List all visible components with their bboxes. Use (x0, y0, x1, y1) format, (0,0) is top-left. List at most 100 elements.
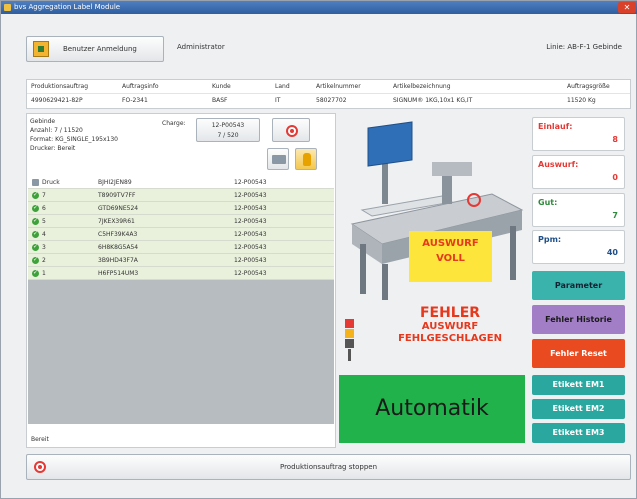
list-cell: 2 (42, 257, 46, 264)
current-user: Administrator (177, 43, 225, 51)
counter-ppm: Ppm: 40 (532, 230, 625, 264)
etikett-em1-button[interactable]: Etikett EM1 (532, 375, 625, 395)
list-cell: 1 (42, 270, 46, 277)
order-table: Produktionsauftrag Auftragsinfo Kunde La… (26, 79, 631, 109)
title-bar: bvs Aggregation Label Module ✕ (1, 1, 637, 14)
fehler-reset-button[interactable]: Fehler Reset (532, 339, 625, 368)
warning-line-1: AUSWURF (422, 238, 479, 249)
list-item[interactable]: 1 H6FP514UM3 12-P00543 (28, 266, 334, 280)
anzahl-text: Anzahl: 7 / 11520 (30, 127, 83, 134)
list-cell: 6 (42, 205, 46, 212)
col-header: Artikelnummer (316, 83, 361, 90)
cell: SIGNUM® 1KG,10x1 KG,IT (393, 97, 473, 104)
check-icon (32, 201, 39, 214)
stop-order-button[interactable]: Produktionsauftrag stoppen (26, 454, 631, 480)
label-list[interactable]: Druck BJHI2JEN89 12-P00543 7 T8909TV7FF … (28, 176, 334, 424)
top-bar: Benutzer Anmeldung Administrator Linie: … (13, 28, 630, 68)
list-cell: H6FP514UM3 (98, 270, 139, 277)
error-line-3: FEHLGESCHLAGEN (398, 333, 502, 344)
list-item[interactable]: 5 7JKEX39R61 12-P00543 (28, 214, 334, 228)
counter-value: 8 (612, 135, 618, 144)
check-icon (32, 227, 39, 240)
format-text: Format: KG_SINGLE_195x130 (30, 136, 118, 143)
counter-label: Auswurf: (538, 160, 579, 169)
list-cell: 12-P00543 (234, 179, 267, 186)
parameter-button[interactable]: Parameter (532, 271, 625, 300)
list-cell: GTD69NE524 (98, 205, 139, 212)
etikett-em2-button[interactable]: Etikett EM2 (532, 399, 625, 419)
fehler-historie-button[interactable]: Fehler Historie (532, 305, 625, 334)
gebinde-title: Gebinde (30, 118, 56, 125)
cell: 58027702 (316, 97, 347, 104)
counter-value: 7 (612, 211, 618, 220)
lamp-pole (348, 349, 351, 361)
etikett-em3-button[interactable]: Etikett EM3 (532, 423, 625, 443)
list-cell: 5 (42, 218, 46, 225)
list-cell: 4 (42, 231, 46, 238)
window-title: bvs Aggregation Label Module (14, 3, 121, 11)
charge-number: 12-P00543 (211, 122, 245, 129)
counter-value: 40 (606, 248, 618, 257)
error-line-2: AUSWURF (421, 321, 479, 332)
drucker-text: Drucker: Bereit (30, 145, 76, 152)
cell: 11520 Kg (567, 97, 596, 104)
counter-einlauf: Einlauf: 8 (532, 117, 625, 151)
bottom-bar: Produktionsauftrag stoppen (26, 454, 631, 480)
order-table-row[interactable]: 4990629421-82P FO-2341 BASF IT 58027702 … (27, 94, 630, 108)
signal-lamp-icon (345, 319, 354, 361)
list-item[interactable]: 4 C5HF39K4A3 12-P00543 (28, 227, 334, 241)
login-button-label: Benutzer Anmeldung (63, 45, 137, 53)
counter-label: Einlauf: (538, 122, 573, 131)
check-icon (32, 188, 39, 201)
error-line-1: FEHLER (419, 305, 481, 321)
close-button[interactable]: ✕ (618, 2, 636, 13)
list-header-row[interactable]: Druck BJHI2JEN89 12-P00543 (28, 176, 334, 189)
list-cell: T8909TV7FF (98, 192, 136, 199)
mode-indicator[interactable]: Automatik (339, 375, 525, 443)
stop-icon (34, 461, 46, 473)
list-cell: 3B9HD43F7A (98, 257, 138, 264)
order-table-header: Produktionsauftrag Auftragsinfo Kunde La… (27, 80, 630, 94)
list-cell: C5HF39K4A3 (98, 231, 138, 238)
list-cell: 12-P00543 (234, 244, 267, 251)
counter-auswurf: Auswurf: 0 (532, 155, 625, 189)
list-cell: 12-P00543 (234, 257, 267, 264)
hand-button[interactable] (295, 148, 317, 170)
list-cell: 6H8K8G5A54 (98, 244, 139, 251)
printer-icon (32, 179, 39, 186)
cell: BASF (212, 97, 228, 104)
app-window: bvs Aggregation Label Module ✕ Benutzer … (0, 0, 637, 499)
login-button[interactable]: Benutzer Anmeldung (26, 36, 164, 62)
list-item[interactable]: 6 GTD69NE524 12-P00543 (28, 201, 334, 215)
check-icon (32, 240, 39, 253)
lamp-red (345, 319, 354, 328)
status-text: Bereit (31, 436, 49, 443)
charge-button[interactable]: 12-P00543 7 / 520 (196, 118, 260, 142)
check-icon (32, 253, 39, 266)
print-button[interactable] (267, 148, 289, 170)
record-button[interactable] (272, 118, 310, 142)
counter-label: Ppm: (538, 235, 562, 244)
list-cell: 12-P00543 (234, 270, 267, 277)
charge-label: Charge: (162, 120, 186, 127)
counter-label: Gut: (538, 198, 558, 207)
list-item[interactable]: 2 3B9HD43F7A 12-P00543 (28, 253, 334, 267)
list-item[interactable]: 7 T8909TV7FF 12-P00543 (28, 188, 334, 202)
error-message: FEHLER AUSWURF FEHLGESCHLAGEN (377, 305, 523, 345)
list-cell: 7JKEX39R61 (98, 218, 135, 225)
cell: 4990629421-82P (31, 97, 83, 104)
list-item[interactable]: 3 6H8K8G5A54 12-P00543 (28, 240, 334, 254)
list-cell: Druck (42, 179, 60, 186)
line-label: Linie: AB-F-1 Gebinde (546, 43, 622, 51)
col-header: Auftragsinfo (122, 83, 159, 90)
login-icon (33, 41, 49, 57)
hand-icon (303, 153, 311, 166)
counter-value: 0 (612, 173, 618, 182)
list-cell: 12-P00543 (234, 205, 267, 212)
list-cell: 12-P00543 (234, 218, 267, 225)
cell: IT (275, 97, 281, 104)
printer-icon (272, 155, 286, 164)
stop-order-label: Produktionsauftrag stoppen (279, 463, 378, 471)
counter-gut: Gut: 7 (532, 193, 625, 227)
list-cell: BJHI2JEN89 (98, 179, 132, 186)
